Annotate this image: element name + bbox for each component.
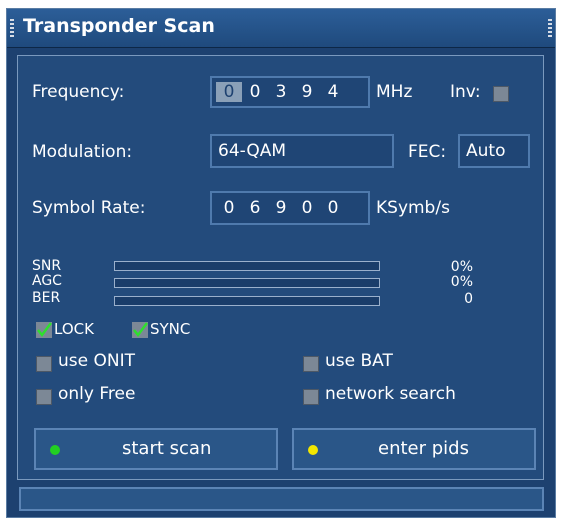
use-onit-checkbox[interactable] [36, 356, 52, 372]
title-bar: Transponder Scan [7, 9, 555, 48]
ber-value: 0 [464, 291, 473, 307]
frequency-digit: 9 [301, 82, 313, 102]
frequency-input[interactable]: 0 0 3 9 4 [210, 76, 370, 108]
modulation-select[interactable]: 64-QAM [210, 134, 394, 168]
grip-icon-right [548, 19, 552, 37]
snr-value: 0% [450, 259, 473, 275]
only-free-checkbox[interactable] [36, 389, 52, 405]
network-search-checkbox[interactable] [303, 389, 319, 405]
agc-meter [114, 278, 380, 288]
symbol-rate-digit: 9 [275, 198, 287, 218]
snr-meter [114, 261, 380, 271]
frequency-digit: 4 [327, 82, 339, 102]
lock-check-icon [36, 322, 52, 338]
ber-label: BER [32, 290, 61, 306]
inversion-label: Inv: [450, 82, 481, 102]
symbol-rate-digit: 0 [327, 198, 339, 218]
only-free-label: only Free [58, 384, 136, 404]
transponder-scan-window: Transponder Scan Frequency: 0 0 3 9 4 MH… [6, 8, 556, 518]
agc-value: 0% [450, 274, 473, 290]
symbol-rate-unit: KSymb/s [376, 198, 450, 218]
start-scan-label: start scan [122, 438, 212, 459]
start-scan-button[interactable]: start scan [34, 428, 278, 470]
scan-settings-panel: Frequency: 0 0 3 9 4 MHz Inv: Modulation… [17, 55, 544, 480]
network-search-label: network search [325, 384, 456, 404]
frequency-unit: MHz [376, 82, 413, 102]
frequency-digit: 3 [275, 82, 287, 102]
enter-pids-button[interactable]: enter pids [292, 428, 536, 470]
snr-label: SNR [32, 258, 62, 274]
status-bar [19, 487, 544, 511]
symbol-rate-digit: 0 [301, 198, 313, 218]
use-bat-label: use BAT [325, 351, 393, 371]
sync-label: SYNC [150, 320, 191, 338]
agc-label: AGC [32, 273, 62, 289]
symbol-rate-label: Symbol Rate: [32, 198, 146, 218]
use-bat-checkbox[interactable] [303, 356, 319, 372]
window-title: Transponder Scan [23, 15, 215, 37]
frequency-digit: 0 [216, 82, 242, 102]
ber-meter [114, 296, 380, 306]
lock-label: LOCK [54, 320, 94, 338]
fec-select[interactable]: Auto [458, 134, 530, 168]
frequency-digit: 0 [249, 82, 261, 102]
sync-check-icon [132, 322, 148, 338]
use-onit-label: use ONIT [58, 351, 135, 371]
yellow-dot-icon [308, 445, 318, 455]
green-dot-icon [50, 445, 60, 455]
symbol-rate-digit: 6 [249, 198, 261, 218]
inversion-checkbox[interactable] [493, 86, 509, 102]
symbol-rate-input[interactable]: 0 6 9 0 0 [210, 191, 370, 225]
fec-label: FEC: [408, 142, 447, 162]
enter-pids-label: enter pids [378, 438, 469, 459]
modulation-label: Modulation: [32, 142, 133, 162]
grip-icon-left [10, 19, 14, 37]
frequency-label: Frequency: [32, 82, 125, 102]
symbol-rate-digit: 0 [223, 198, 235, 218]
